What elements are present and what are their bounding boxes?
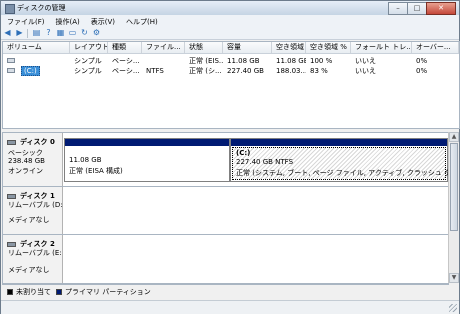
partition-body: 11.08 GB 正常 (EISA 構成) [66,147,228,180]
legend-primary-partition: プライマリ パーティション [65,288,151,296]
partition-eisa[interactable]: 11.08 GB 正常 (EISA 構成) [64,138,230,182]
volume-free: 11.08 GB [276,57,306,65]
volume-fs [142,56,185,66]
menu-file[interactable]: ファイル(F) [1,15,50,27]
partition-body: (C:) 227.40 GB NTFS 正常 (システム, ブート, ページ フ… [232,147,448,180]
volume-list[interactable]: ボリューム レイアウト 種類 ファイル... 状態 容量 空き領域 空き領域 %… [2,41,460,129]
help-icon[interactable]: ? [43,28,54,38]
disk-icon [7,193,16,199]
maximize-button[interactable]: □ [407,2,427,15]
disk-state: オンライン [8,167,43,175]
volume-icon [7,58,15,63]
scroll-up-icon[interactable]: ▲ [449,132,459,142]
close-button[interactable]: ✕ [426,2,456,15]
col-type[interactable]: 種類 [108,42,142,53]
volume-type: ベーシ... [112,57,140,65]
partition-c[interactable]: (C:) 227.40 GB NTFS 正常 (システム, ブート, ページ フ… [230,138,448,182]
partition-size: 11.08 GB [69,156,102,164]
settings-icon[interactable]: ⚙ [91,28,102,38]
disk-icon [7,241,16,247]
volume-list-header: ボリューム レイアウト 種類 ファイル... 状態 容量 空き領域 空き領域 %… [3,42,459,54]
disk-type: リムーバブル (D: [8,201,63,209]
col-layout[interactable]: レイアウト [70,42,108,53]
disk-type: リムーバブル (E: [8,249,62,257]
primary-partition-swatch [56,289,62,295]
volume-row[interactable]: シンプル ベーシ... 正常 (EIS... 11.08 GB 11.08 GB… [3,56,459,66]
disk-media: メディアなし [8,216,50,224]
menu-bar: ファイル(F) 操作(A) 表示(V) ヘルプ(H) [1,15,459,27]
properties-icon[interactable]: ▦ [55,28,66,38]
disk-size: 238.48 GB [8,157,45,165]
volume-capacity: 11.08 GB [227,57,260,65]
disk-management-window: ディスクの管理 – □ ✕ ファイル(F) 操作(A) 表示(V) ヘルプ(H)… [0,0,460,314]
volume-capacity: 227.40 GB [227,67,264,75]
volume-name: (C:) [21,66,40,76]
title-bar[interactable]: ディスクの管理 – □ ✕ [1,1,459,15]
volume-free-pct: 100 % [310,57,333,65]
resize-grip-icon[interactable] [449,304,457,312]
volume-status: 正常 (シ... [189,67,222,75]
minimize-button[interactable]: – [388,2,408,15]
volume-overhead: 0% [416,67,428,75]
menu-action[interactable]: 操作(A) [50,15,85,27]
volume-status: 正常 (EIS... [189,57,223,65]
volume-name-cell: (C:) [9,66,70,76]
partition-status: 正常 (EISA 構成) [69,167,123,175]
col-capacity[interactable]: 容量 [223,42,272,53]
window-title: ディスクの管理 [17,4,66,12]
volume-row[interactable]: (C:) シンプル ベーシ... NTFS 正常 (シ... 227.40 GB… [3,66,459,76]
menu-help[interactable]: ヘルプ(H) [120,15,163,27]
volume-type: ベーシ... [112,67,140,75]
volume-overhead: 0% [416,57,428,65]
forward-arrow-icon[interactable]: ▶ [14,28,25,38]
disk-map: ディスク 0 ベーシック 238.48 GB オンライン 11.08 GB 正常… [2,132,449,285]
col-filesystem[interactable]: ファイル... [142,42,185,53]
partition-bar [231,139,447,146]
disk-0-label[interactable]: ディスク 0 ベーシック 238.48 GB オンライン [3,133,63,186]
toolbar: ◀ ▶ ▤ ? ▦ ▭ ↻ ⚙ [1,27,459,40]
volume-fault-tolerance: いいえ [355,67,376,75]
menu-view[interactable]: 表示(V) [85,15,120,27]
disk-2-label[interactable]: ディスク 2 リムーバブル (E: メディアなし [3,235,63,283]
disk-list-icon[interactable]: ▤ [31,28,42,38]
refresh-icon[interactable]: ↻ [79,28,90,38]
disk-name: ディスク 0 [20,138,55,146]
col-overhead[interactable]: オーバー... [412,42,459,53]
back-arrow-icon[interactable]: ◀ [2,28,13,38]
disk-icon [7,139,16,145]
col-volume[interactable]: ボリューム [3,42,70,53]
disk-2[interactable]: ディスク 2 リムーバブル (E: メディアなし [3,235,448,284]
col-status[interactable]: 状態 [185,42,223,53]
volume-layout: シンプル [74,57,102,65]
partition-bar [65,139,229,146]
volume-free-pct: 83 % [310,67,328,75]
partition-title: (C:) [236,149,251,157]
volume-free: 188.03... [276,67,306,75]
legend-unallocated: 未割り当て [16,288,51,296]
toolbar-separator [27,28,28,38]
col-free[interactable]: 空き領域 [272,42,306,53]
disk-1-label[interactable]: ディスク 1 リムーバブル (D: メディアなし [3,187,63,234]
partition-status: 正常 (システム, ブート, ページ ファイル, アクティブ, クラッシュ ダン… [236,169,448,177]
scroll-down-icon[interactable]: ▼ [449,273,459,283]
status-bar [1,300,459,314]
legend: 未割り当て プライマリ パーティション [2,286,458,298]
disk-0[interactable]: ディスク 0 ベーシック 238.48 GB オンライン 11.08 GB 正常… [3,133,448,187]
volume-name [17,56,70,66]
col-free-pct[interactable]: 空き領域 % [306,42,351,53]
unallocated-swatch [7,289,13,295]
disk-1[interactable]: ディスク 1 リムーバブル (D: メディアなし [3,187,448,235]
folder-icon[interactable]: ▭ [67,28,78,38]
disk-map-scrollbar[interactable]: ▲ ▼ [448,132,459,283]
disk-media: メディアなし [8,266,50,274]
partition-size: 227.40 GB NTFS [236,158,294,166]
volume-fault-tolerance: いいえ [355,57,376,65]
col-fault-tolerance[interactable]: フォールト トレ... [351,42,412,53]
volume-fs: NTFS [146,67,164,75]
disk-management-icon [5,4,15,14]
volume-layout: シンプル [74,67,102,75]
scroll-thumb[interactable] [450,143,458,231]
